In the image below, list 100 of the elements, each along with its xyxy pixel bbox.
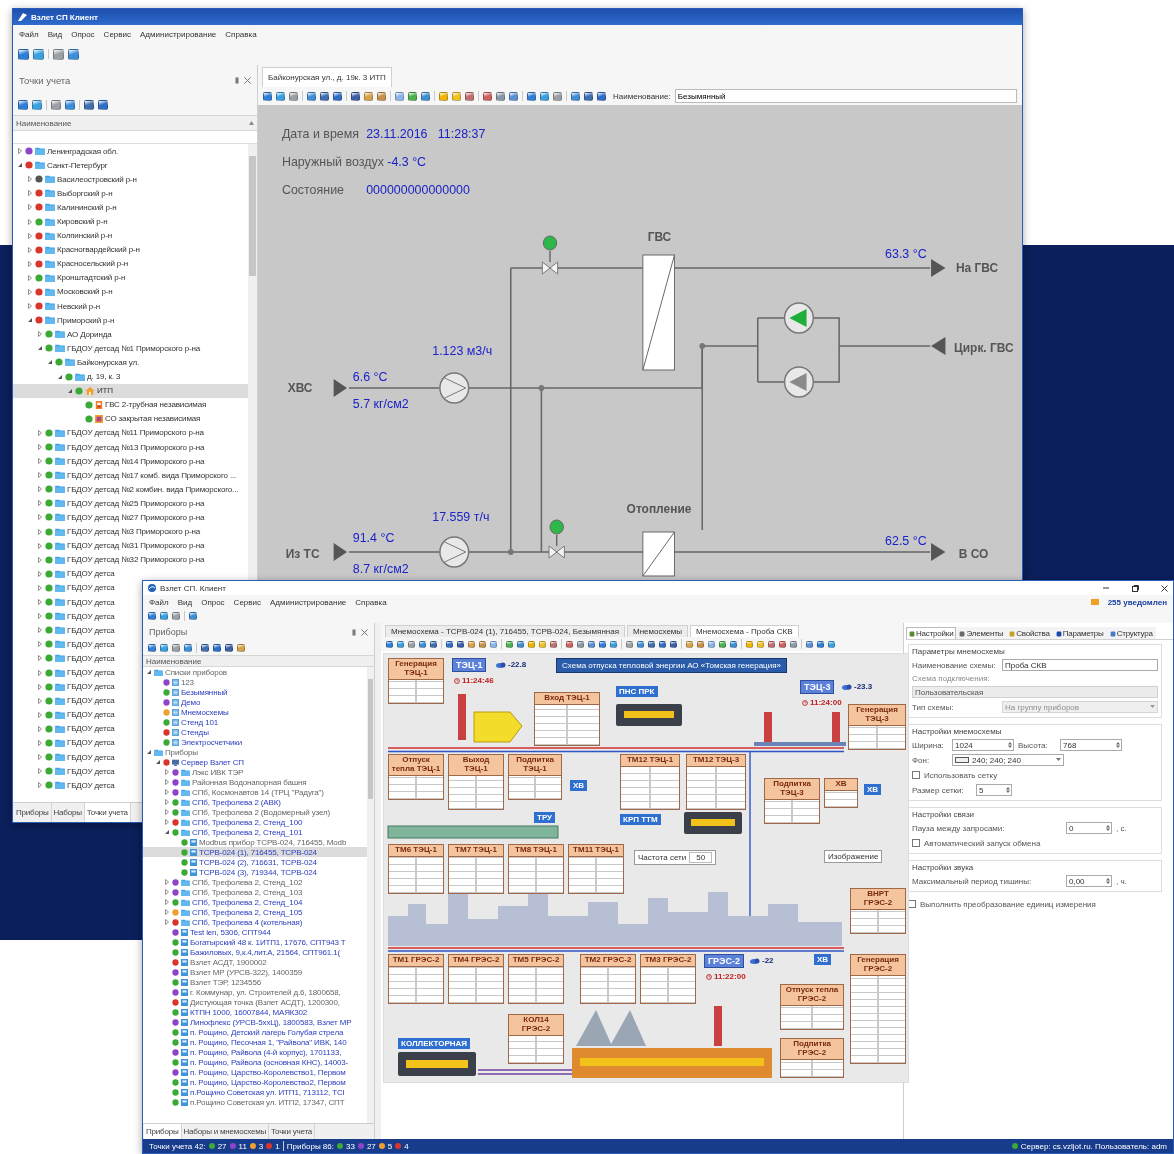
number-field[interactable]: 768 bbox=[1060, 739, 1122, 751]
settings-tab[interactable]: Структура bbox=[1106, 627, 1156, 639]
expander-icon[interactable] bbox=[37, 740, 43, 746]
expander-icon[interactable] bbox=[37, 655, 43, 662]
tree-item-label[interactable]: ГБДОУ детса bbox=[67, 724, 115, 734]
checkbox[interactable] bbox=[908, 900, 916, 908]
tree-item-label[interactable]: п. Рощино, Царство-Королевство2, Первом bbox=[190, 1077, 346, 1087]
menu-item[interactable]: Файл bbox=[149, 597, 169, 607]
menu-item[interactable]: Администрирование bbox=[270, 597, 347, 607]
tree-item-label[interactable]: Красносельский р-н bbox=[57, 259, 128, 269]
expander-icon[interactable] bbox=[164, 909, 170, 915]
tree-item-label[interactable]: Безымянный bbox=[181, 687, 228, 697]
expander-icon[interactable] bbox=[164, 899, 170, 905]
tree-item-label[interactable]: ТСРВ-024 (2), 716631, ТСРВ-024 bbox=[199, 857, 317, 867]
expander-icon[interactable] bbox=[27, 274, 33, 281]
toolbar-icon[interactable] bbox=[53, 48, 64, 60]
tree-item-label[interactable]: п. Рощино, Райвола (4-й корпус), 1701133, bbox=[190, 1047, 342, 1057]
tree-item-label[interactable]: ГБДОУ детса bbox=[67, 611, 115, 621]
tree-item-label[interactable]: ГБДОУ детса bbox=[67, 625, 115, 635]
expander-icon[interactable] bbox=[57, 373, 63, 380]
expander-icon[interactable] bbox=[37, 711, 43, 718]
expander-icon[interactable] bbox=[37, 599, 43, 606]
tree-item-label[interactable]: п.Рощино Советская ул. ИТП1, 713112, ТСI bbox=[190, 1087, 345, 1097]
tree-item-label[interactable]: ГБДОУ детса bbox=[67, 738, 115, 748]
tree-item-label[interactable]: ГБДОУ детсад №25 Приморского р-на bbox=[67, 498, 205, 508]
tree-item-label[interactable]: Районная Водонапорная башня bbox=[192, 777, 307, 787]
tree-item-label[interactable]: ГБДОУ детсад №17 комб. вида Приморского ... bbox=[67, 470, 237, 480]
expander-icon[interactable] bbox=[146, 749, 152, 755]
tree-item-label[interactable]: Богатырский 48 к. 1ИТП1, 17676, СПТ943 Т bbox=[190, 937, 346, 947]
scrollbar-thumb[interactable] bbox=[368, 679, 373, 799]
expander-icon[interactable] bbox=[37, 556, 43, 563]
expander-icon[interactable] bbox=[37, 627, 43, 634]
tree-item-label[interactable]: Бажиловых, 9,к.4,лит.А, 21564, СПТ961.1( bbox=[190, 947, 340, 957]
tree-item-label[interactable]: Приборы bbox=[165, 747, 198, 757]
tree-item-label[interactable]: СПб, Трефолева 2, Стенд_100 bbox=[192, 817, 303, 827]
tree-item-label[interactable]: КТПН 1000, 16007844, МАЯК302 bbox=[190, 1007, 308, 1017]
expander-icon[interactable] bbox=[27, 289, 33, 295]
column-header[interactable]: Наименование bbox=[13, 115, 257, 131]
tree-item-label[interactable]: Выборгский р-н bbox=[57, 188, 113, 198]
scrollbar-thumb[interactable] bbox=[249, 156, 256, 276]
spinner-arrows-icon[interactable] bbox=[1105, 877, 1111, 885]
checkbox[interactable] bbox=[912, 771, 920, 779]
expander-icon[interactable] bbox=[37, 429, 43, 436]
expander-icon[interactable] bbox=[37, 697, 43, 704]
tree-item-label[interactable]: ГБДОУ детсад №3 Приморского р-на bbox=[67, 527, 201, 537]
tree-item-label[interactable]: Сервер Взлет СП bbox=[181, 757, 244, 767]
tree-item-label[interactable]: ГБДОУ детса bbox=[67, 639, 115, 649]
toolbar-icon[interactable] bbox=[33, 48, 44, 60]
tree-item-label[interactable]: Мнемосхемы bbox=[181, 707, 229, 717]
tree-item-label[interactable]: ГБДОУ детса bbox=[67, 653, 115, 663]
expander-icon[interactable] bbox=[27, 260, 33, 267]
tree-item-label[interactable]: ГБДОУ детсад №31 Приморского р-на bbox=[67, 541, 205, 551]
expander-icon[interactable] bbox=[155, 759, 161, 765]
menu-item[interactable]: Опрос bbox=[71, 29, 95, 39]
tree-item-label[interactable]: Байконурская ул. bbox=[77, 357, 139, 367]
expander-icon[interactable] bbox=[164, 809, 170, 815]
expander-icon[interactable] bbox=[37, 542, 43, 549]
tree-item-label[interactable]: ТСРВ-024 (3), 719344, ТСРВ-024 bbox=[199, 867, 317, 877]
menu-item[interactable]: Сервис bbox=[103, 29, 131, 39]
document-tab[interactable]: Байконурская ул., д. 19к. 3 ИТП bbox=[262, 67, 392, 87]
expander-icon[interactable] bbox=[37, 683, 43, 690]
menu-item[interactable]: Справка bbox=[355, 597, 387, 607]
tree-item-label[interactable]: п. Рощино, Царство-Королевство1, Первом bbox=[190, 1067, 346, 1077]
pin-icon[interactable] bbox=[235, 76, 239, 84]
tree-item-label[interactable]: г. Коммунар, ул. Строителей д.6, 1800658, bbox=[190, 987, 341, 997]
expander-icon[interactable] bbox=[164, 879, 170, 885]
tree-item-label[interactable]: СПб, Трефолева 2, Стенд_103 bbox=[192, 887, 303, 897]
tree-item-label[interactable]: СПб, Трефолева 2, Стенд_101 bbox=[192, 827, 303, 837]
tree-item-label[interactable]: п.Рощино Советская ул. ИТП2, 17347, СПТ bbox=[190, 1097, 345, 1107]
tree-item-label[interactable]: ГБДОУ детсад №14 Приморского р-на bbox=[67, 456, 205, 466]
tree-item-label[interactable]: СПб, Космонавтов 14 (ТРЦ "Радуга") bbox=[192, 787, 324, 797]
expander-icon[interactable] bbox=[37, 458, 43, 465]
settings-tab[interactable]: Параметры bbox=[1052, 627, 1107, 639]
tree-item-label[interactable]: Дистующая точка (Взлет АСДТ), 1200300, bbox=[190, 997, 340, 1007]
expander-icon[interactable] bbox=[27, 218, 33, 225]
tree-item-label[interactable]: п. Рощино, Песочная 1, "Райвола" ИВК, 140 bbox=[190, 1037, 347, 1047]
minimize-icon[interactable] bbox=[1102, 585, 1110, 591]
expander-icon[interactable] bbox=[146, 669, 152, 675]
document-tab[interactable]: Мнемосхемы bbox=[627, 625, 689, 637]
tree-item-label[interactable]: ГБДОУ детса bbox=[67, 752, 115, 762]
tree-item-label[interactable]: СПб, Трефолева 2, Стенд_102 bbox=[192, 877, 303, 887]
toolbar-icon[interactable] bbox=[68, 48, 79, 60]
document-tab[interactable]: Мнемосхема - ТСРВ-024 (1), 716455, ТСРВ-024, Безымянная bbox=[385, 625, 625, 637]
panel-tab[interactable]: Точки учета bbox=[84, 803, 131, 822]
spinner-arrows-icon[interactable] bbox=[1105, 824, 1111, 832]
tree-item-label[interactable]: Санкт-Петербург bbox=[47, 160, 108, 170]
panel-tab[interactable]: Приборы bbox=[144, 1124, 182, 1139]
expander-icon[interactable] bbox=[37, 345, 43, 352]
expander-icon[interactable] bbox=[164, 889, 170, 895]
expander-icon[interactable] bbox=[27, 317, 33, 324]
expander-icon[interactable] bbox=[37, 570, 43, 577]
expander-icon[interactable] bbox=[17, 148, 23, 155]
tree-item-label[interactable]: ГБДОУ детса bbox=[67, 696, 115, 706]
column-header[interactable]: Наименование bbox=[143, 655, 374, 667]
spinner-arrows-icon[interactable] bbox=[1115, 741, 1121, 749]
tree-item-label[interactable]: ГБДОУ детсад №32 Приморского р-на bbox=[67, 555, 205, 565]
close-icon[interactable] bbox=[1161, 584, 1168, 592]
tree-item-label[interactable]: п. Рощино, Райвола (основная КНС), 14003- bbox=[190, 1057, 349, 1067]
tree-item-label[interactable]: ИТП bbox=[97, 386, 113, 396]
expander-icon[interactable] bbox=[67, 387, 73, 394]
